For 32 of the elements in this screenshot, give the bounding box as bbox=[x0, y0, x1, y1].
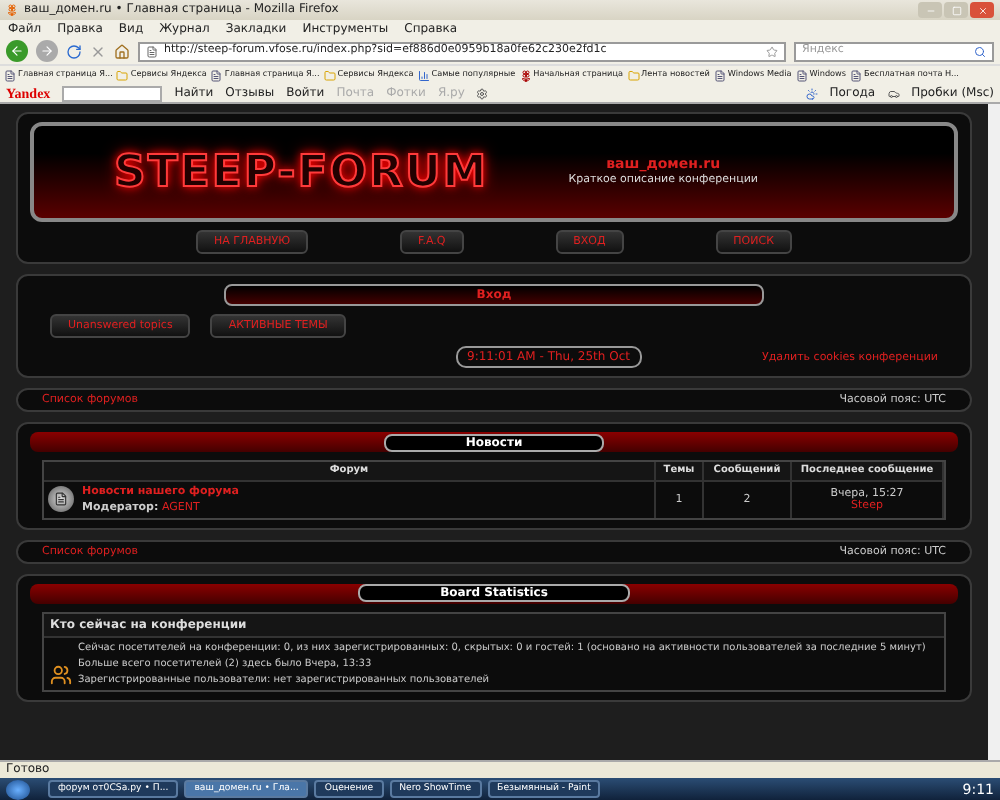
car-icon bbox=[887, 87, 900, 99]
minimize-icon bbox=[925, 5, 935, 15]
page-icon bbox=[713, 69, 726, 81]
bookmark-star-icon bbox=[766, 45, 778, 57]
back-button[interactable] bbox=[6, 40, 28, 62]
page-icon bbox=[795, 69, 808, 81]
forum-logo: STEEP-FORUM bbox=[114, 147, 489, 197]
settings-icon bbox=[476, 87, 489, 99]
page-icon bbox=[210, 69, 223, 81]
browser-icon bbox=[6, 4, 18, 16]
folder-icon bbox=[116, 69, 129, 81]
stop-icon[interactable] bbox=[90, 43, 106, 59]
page-icon bbox=[850, 69, 863, 81]
home-icon[interactable] bbox=[114, 43, 130, 59]
folder-icon bbox=[627, 69, 639, 81]
weather-icon bbox=[805, 87, 818, 99]
search-icon bbox=[974, 45, 986, 57]
page-icon bbox=[4, 69, 16, 81]
flower-icon bbox=[519, 69, 532, 81]
start-button[interactable] bbox=[6, 779, 30, 799]
back-arrow-icon bbox=[10, 44, 24, 58]
forum-icon bbox=[48, 486, 74, 513]
forward-arrow-icon bbox=[40, 44, 54, 58]
folder-icon bbox=[323, 69, 336, 81]
yandex-search-field[interactable] bbox=[62, 85, 163, 101]
reload-icon[interactable] bbox=[66, 43, 82, 59]
users-icon bbox=[50, 663, 72, 686]
maximize-icon bbox=[951, 5, 961, 15]
page-icon bbox=[146, 45, 158, 57]
forward-button[interactable] bbox=[36, 40, 58, 62]
chart-icon bbox=[417, 69, 430, 81]
close-button[interactable] bbox=[970, 2, 994, 18]
